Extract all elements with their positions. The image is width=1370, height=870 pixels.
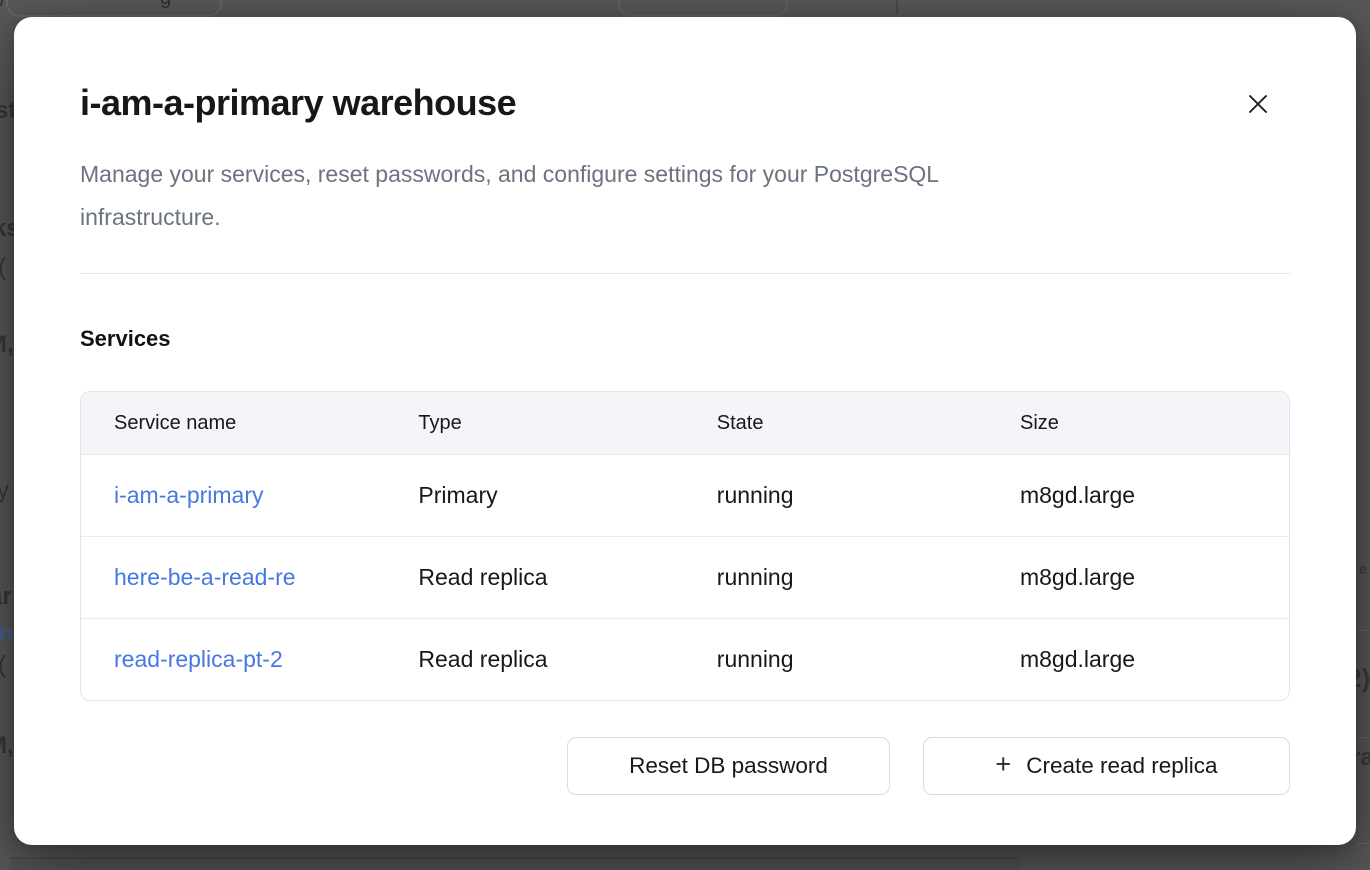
column-header-state: State	[684, 392, 987, 455]
section-divider	[80, 273, 1290, 274]
column-header-type: Type	[385, 392, 683, 455]
background-text-fragment: g	[160, 0, 171, 8]
background-text-fragment: (	[0, 255, 6, 280]
create-read-replica-button[interactable]: + Create read replica	[923, 737, 1290, 795]
dialog-description-line2: infrastructure.	[80, 196, 1290, 239]
services-heading: Services	[80, 326, 1290, 352]
table-row: i-am-a-primary Primary running m8gd.larg…	[81, 455, 1289, 537]
close-button[interactable]	[1238, 84, 1278, 124]
service-link[interactable]: i-am-a-primary	[114, 482, 264, 508]
close-icon	[1248, 94, 1268, 114]
background-text-fragment: /	[0, 0, 6, 10]
table-header-row: Service name Type State Size	[81, 392, 1289, 455]
services-table: Service name Type State Size i-am-a-prim…	[80, 391, 1290, 701]
column-header-service-name: Service name	[81, 392, 385, 455]
reset-db-password-label: Reset DB password	[629, 753, 828, 779]
service-state: running	[684, 455, 987, 537]
background-text-fragment: y	[0, 479, 9, 503]
warehouse-dialog: i-am-a-primary warehouse Manage your ser…	[14, 17, 1356, 845]
service-type: Read replica	[385, 619, 683, 701]
plus-icon: +	[995, 751, 1011, 778]
service-type: Primary	[385, 455, 683, 537]
background-text-fragment: M,	[0, 333, 14, 357]
background-table-band	[10, 857, 1020, 870]
dialog-description: Manage your services, reset passwords, a…	[80, 153, 1290, 239]
column-header-size: Size	[987, 392, 1289, 455]
background-row-line	[1356, 737, 1370, 738]
background-row-line	[1356, 843, 1370, 844]
service-size: m8gd.large	[987, 455, 1289, 537]
dialog-title: i-am-a-primary warehouse	[80, 83, 1290, 123]
service-size: m8gd.large	[987, 537, 1289, 619]
service-state: running	[684, 619, 987, 701]
dialog-description-line1: Manage your services, reset passwords, a…	[80, 153, 1290, 196]
background-row-line	[1356, 630, 1370, 631]
table-row: here-be-a-read-re Read replica running m…	[81, 537, 1289, 619]
background-link-fragment: in	[0, 622, 13, 646]
background-divider	[896, 0, 898, 14]
table-row: read-replica-pt-2 Read replica running m…	[81, 619, 1289, 701]
service-size: m8gd.large	[987, 619, 1289, 701]
service-type: Read replica	[385, 537, 683, 619]
dimmed-background: st ks ( M, y ar in ( M, g / e 2) ra i-am…	[0, 0, 1370, 870]
background-text-fragment: (	[0, 653, 6, 678]
service-state: running	[684, 537, 987, 619]
background-text-fragment: ar	[0, 585, 12, 609]
background-button-outline	[6, 0, 222, 17]
service-link[interactable]: here-be-a-read-re	[114, 564, 296, 590]
background-text-fragment: e	[1359, 562, 1367, 577]
background-text-fragment: M,	[0, 734, 14, 758]
create-read-replica-label: Create read replica	[1026, 753, 1217, 779]
reset-db-password-button[interactable]: Reset DB password	[567, 737, 890, 795]
dialog-actions: Reset DB password + Create read replica	[80, 737, 1290, 795]
background-button-outline	[618, 0, 788, 17]
service-link[interactable]: read-replica-pt-2	[114, 646, 283, 672]
